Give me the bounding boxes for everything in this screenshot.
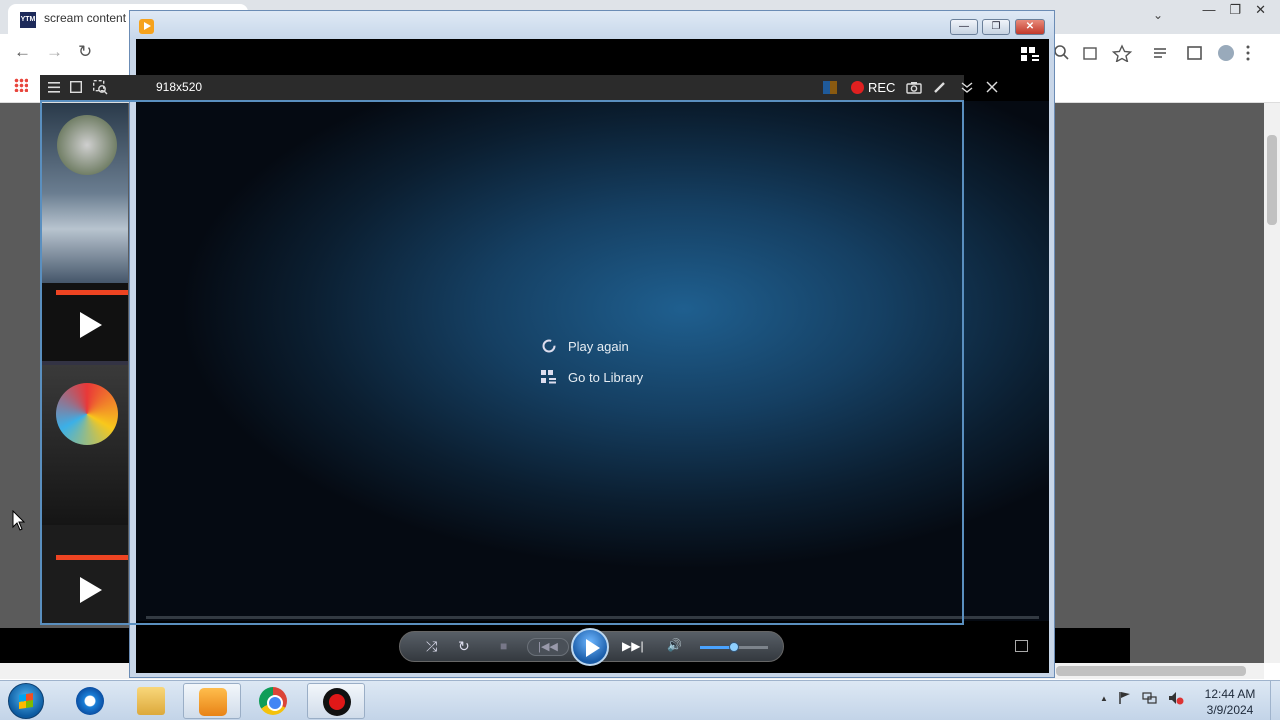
volume-button[interactable]: 🔊	[667, 638, 682, 652]
rec-button-label[interactable]: REC	[868, 80, 895, 95]
taskbar-ie[interactable]	[61, 683, 119, 719]
screen-recorder-bar: 918x520 REC	[40, 75, 998, 100]
shuffle-button[interactable]: ⤮	[426, 638, 437, 655]
horizontal-scroll-thumb[interactable]	[1056, 666, 1246, 676]
clock-time: 12:44 AM	[1204, 687, 1256, 701]
back-button[interactable]: ←	[14, 42, 31, 62]
zoom-region-icon[interactable]	[93, 80, 108, 95]
browser-restore-button[interactable]: ❐	[1229, 2, 1241, 18]
player-title-bar[interactable]: — ❐ ✕	[130, 11, 1054, 39]
chrome-icon	[259, 687, 287, 715]
toolbar-icons	[1054, 44, 1250, 62]
vertical-scroll-thumb[interactable]	[1267, 135, 1277, 225]
fullscreen-icon[interactable]	[1015, 640, 1028, 652]
library-grid-icon[interactable]	[1021, 47, 1039, 63]
player-app-icon	[139, 19, 154, 34]
player-maximize-button[interactable]: ❐	[982, 19, 1010, 35]
repeat-button[interactable]: ↻	[458, 638, 470, 655]
vertical-scrollbar[interactable]	[1264, 103, 1280, 663]
player-minimize-button[interactable]: —	[950, 19, 978, 35]
player-close-button[interactable]: ✕	[1015, 19, 1045, 35]
browser-window-controls: — ❐ ✕	[1202, 2, 1266, 18]
profile-icon	[1218, 45, 1234, 61]
pencil-icon[interactable]	[933, 81, 946, 94]
collapse-chevron-icon[interactable]	[961, 81, 973, 94]
reload-button[interactable]: ↻	[78, 42, 92, 62]
record-dot-icon[interactable]	[851, 81, 864, 94]
browser-close-button[interactable]: ✕	[1255, 2, 1266, 18]
recording-region-frame	[40, 100, 964, 625]
youtube-music-favicon-icon: YTM	[20, 12, 36, 28]
color-swatch-icon[interactable]	[823, 81, 837, 94]
taskbar-recorder[interactable]	[307, 683, 365, 719]
capture-size-label: 918x520	[156, 80, 203, 94]
internet-explorer-icon	[76, 687, 104, 715]
apps-grid-icon[interactable]	[14, 78, 28, 92]
windows-taskbar: ▲ 12:44 AM 3/9/2024	[0, 680, 1280, 720]
taskbar-clock[interactable]: 12:44 AM 3/9/2024	[1195, 686, 1265, 718]
show-desktop-button[interactable]	[1270, 681, 1280, 720]
recorder-close-icon[interactable]	[986, 81, 998, 93]
camera-icon[interactable]	[906, 81, 922, 94]
region-select-icon[interactable]	[70, 81, 82, 93]
volume-muted-icon[interactable]	[1168, 691, 1184, 705]
tab-title: scream content	[44, 11, 127, 25]
playback-controls: ⤮ ↻ ■ |◀◀ ▶▶| 🔊	[399, 628, 784, 666]
recorder-menu-icon[interactable]	[48, 82, 60, 93]
sidebar-icon	[1187, 46, 1202, 60]
action-center-flag-icon[interactable]	[1118, 691, 1132, 705]
forward-button[interactable]: →	[46, 42, 63, 62]
volume-knob[interactable]	[729, 642, 739, 652]
start-button[interactable]	[8, 683, 44, 719]
play-button[interactable]	[571, 628, 609, 666]
search-icon	[1054, 45, 1066, 57]
media-icon	[1154, 48, 1166, 58]
screen-recorder-icon	[323, 688, 351, 716]
tray-overflow-icon[interactable]: ▲	[1100, 694, 1108, 705]
taskbar-file-explorer[interactable]	[122, 683, 180, 719]
stop-button[interactable]: ■	[500, 639, 507, 653]
clock-date: 3/9/2024	[1206, 703, 1254, 717]
browser-minimize-button[interactable]: —	[1202, 2, 1215, 18]
previous-button[interactable]: |◀◀	[527, 638, 569, 656]
media-player-icon	[199, 688, 227, 716]
tab-search-dropdown-icon[interactable]: ⌄	[1153, 8, 1163, 22]
taskbar-chrome[interactable]	[244, 683, 302, 719]
next-button[interactable]: ▶▶|	[622, 639, 644, 653]
share-icon	[1083, 47, 1097, 60]
menu-icon	[1246, 45, 1250, 61]
star-icon	[1111, 44, 1133, 62]
network-icon[interactable]	[1142, 691, 1158, 705]
folder-icon	[137, 687, 165, 715]
taskbar-media-player[interactable]	[183, 683, 241, 719]
system-tray: ▲	[1100, 691, 1184, 705]
